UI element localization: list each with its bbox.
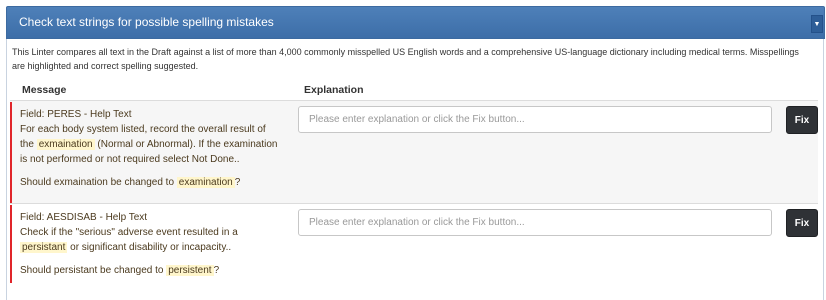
table-row: Field: PERES - Help Text For each body s… [10, 100, 818, 203]
field-name: Field: PERES - Help Text [20, 109, 132, 120]
explanation-input[interactable] [298, 106, 772, 133]
fix-button[interactable]: Fix [786, 209, 818, 237]
linter-description: This Linter compares all text in the Dra… [12, 47, 799, 71]
question-prefix: Should exmaination be changed to [20, 177, 177, 188]
error-indicator-bar [10, 102, 12, 203]
misspelled-word: persistant [20, 242, 68, 253]
explanation-input[interactable] [298, 209, 772, 236]
column-header-explanation: Explanation [304, 84, 364, 96]
error-indicator-bar [10, 205, 12, 283]
message-cell: Field: AESDISAB - Help Text Check if the… [20, 210, 282, 278]
table-row: Field: AESDISAB - Help Text Check if the… [10, 203, 818, 283]
caret-down-icon[interactable]: ▼ [811, 15, 823, 33]
question-suffix: ? [234, 177, 241, 188]
question-suffix: ? [213, 265, 220, 276]
misspelled-word: exmaination [36, 139, 95, 150]
text-after: or significant disability or incapacity.… [67, 242, 232, 253]
field-name: Field: AESDISAB - Help Text [20, 212, 148, 223]
fix-button[interactable]: Fix [786, 106, 818, 134]
question-prefix: Should persistant be changed to [20, 265, 167, 276]
suggested-word: persistent [166, 265, 214, 276]
suggested-word: examination [176, 177, 235, 188]
text-before: Check if the "serious" adverse event res… [20, 227, 238, 238]
column-header-message: Message [22, 84, 67, 96]
panel-header: Check text strings for possible spelling… [6, 6, 825, 39]
message-cell: Field: PERES - Help Text For each body s… [20, 107, 282, 190]
panel-title: Check text strings for possible spelling… [19, 15, 274, 29]
